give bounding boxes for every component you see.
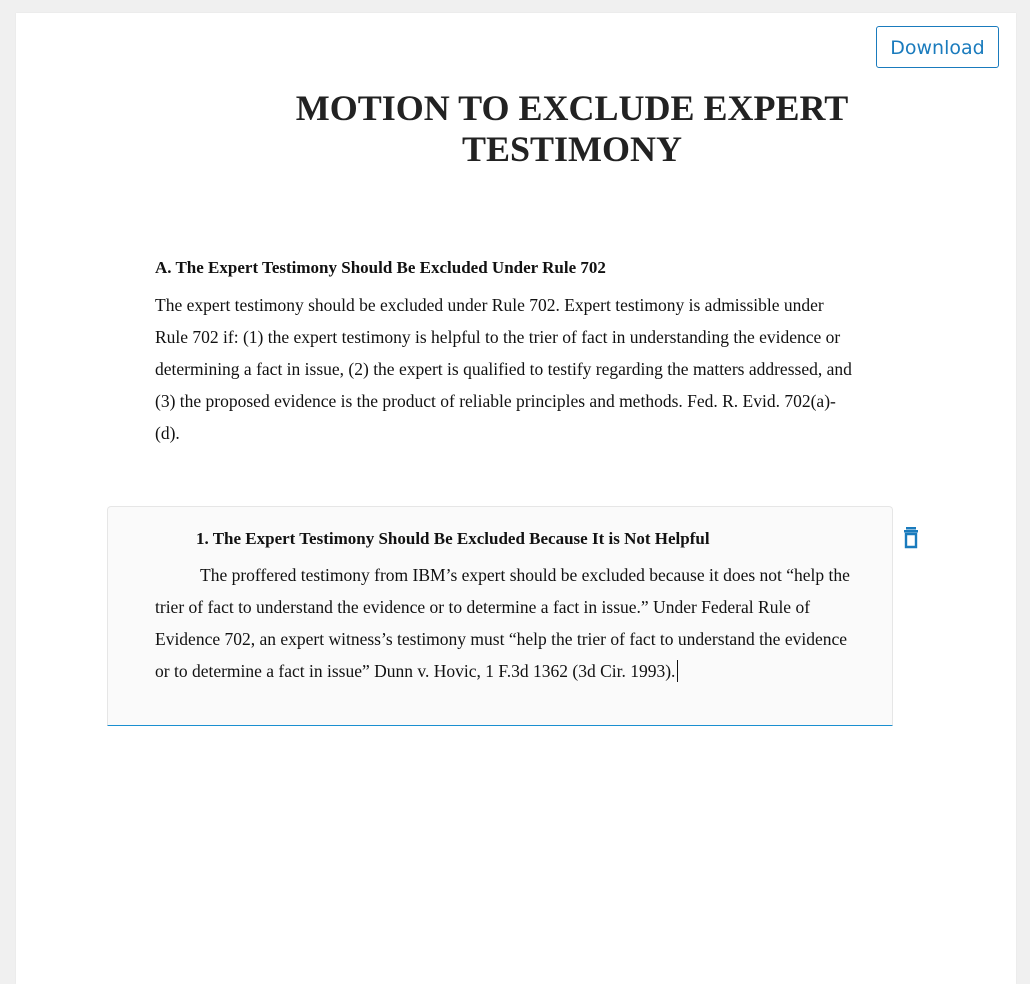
active-section-block[interactable]: 1. The Expert Testimony Should Be Exclud… bbox=[107, 506, 893, 726]
section-a-heading[interactable]: A. The Expert Testimony Should Be Exclud… bbox=[155, 256, 855, 280]
section-1-heading[interactable]: 1. The Expert Testimony Should Be Exclud… bbox=[196, 527, 846, 551]
section-1-body-paragraph[interactable]: The proffered testimony from IBM’s exper… bbox=[155, 559, 855, 687]
trash-icon bbox=[904, 527, 918, 549]
text-cursor bbox=[677, 660, 679, 682]
download-button[interactable]: Download bbox=[876, 26, 999, 68]
document-page: Download MOTION TO EXCLUDE EXPERT TESTIM… bbox=[16, 13, 1016, 984]
document-title[interactable]: MOTION TO EXCLUDE EXPERT TESTIMONY bbox=[272, 88, 872, 170]
delete-section-button[interactable] bbox=[902, 525, 924, 551]
section-1-body[interactable]: The proffered testimony from IBM’s exper… bbox=[155, 565, 850, 681]
section-a-body[interactable]: The expert testimony should be excluded … bbox=[155, 289, 855, 449]
section-a[interactable]: A. The Expert Testimony Should Be Exclud… bbox=[155, 256, 855, 449]
